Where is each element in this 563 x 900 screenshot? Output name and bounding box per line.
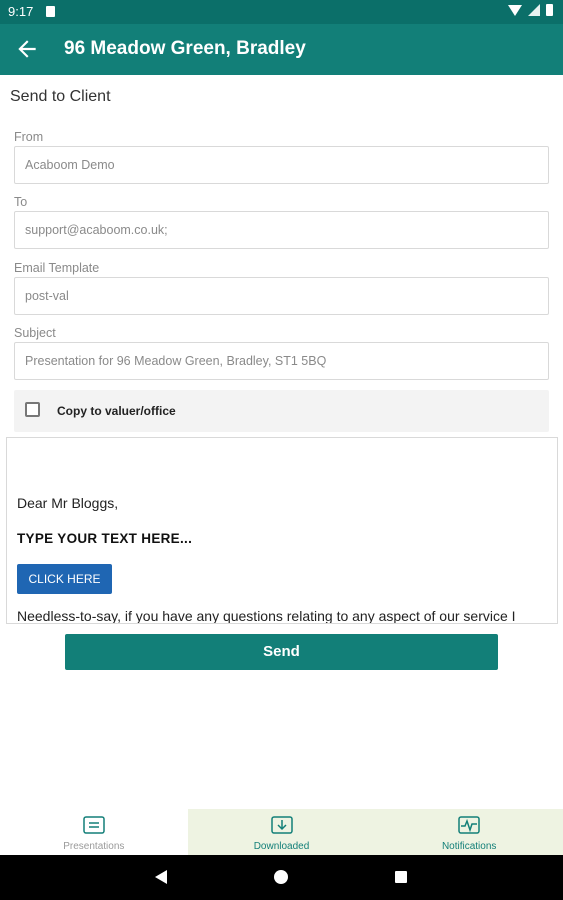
- signal-icon: [528, 4, 540, 16]
- email-paragraph: Needless-to-say, if you have any questio…: [17, 608, 516, 624]
- battery-icon: [546, 4, 553, 16]
- subject-field[interactable]: Presentation for 96 Meadow Green, Bradle…: [14, 342, 549, 380]
- copy-to-valuer-label: Copy to valuer/office: [57, 404, 176, 418]
- nav-item-presentations[interactable]: Presentations: [0, 809, 188, 855]
- status-time: 9:17: [8, 4, 34, 19]
- email-greeting: Dear Mr Bloggs,: [17, 495, 119, 511]
- nav-item-downloaded[interactable]: Downloaded: [187, 809, 376, 855]
- download-icon: [270, 816, 293, 834]
- subject-label: Subject: [14, 326, 56, 340]
- presentation-icon: [83, 816, 105, 834]
- click-here-button[interactable]: CLICK HERE: [17, 564, 112, 594]
- page-title: 96 Meadow Green, Bradley: [64, 38, 306, 59]
- nav-item-notifications[interactable]: Notifications: [375, 809, 563, 855]
- app-bar: 96 Meadow Green, Bradley: [0, 24, 563, 75]
- email-template-select[interactable]: post-val: [14, 277, 549, 315]
- nav-label-presentations: Presentations: [63, 841, 125, 852]
- send-button[interactable]: Send: [65, 634, 498, 670]
- from-field[interactable]: Acaboom Demo: [14, 146, 549, 184]
- nav-label-downloaded: Downloaded: [253, 841, 310, 852]
- email-body-editor[interactable]: Dear Mr Bloggs, TYPE YOUR TEXT HERE... C…: [6, 437, 558, 624]
- to-label: To: [14, 195, 28, 209]
- nav-label-notifications: Notifications: [441, 841, 497, 852]
- status-icons: [508, 4, 553, 16]
- sd-card-icon: [46, 6, 55, 17]
- system-nav-bar: [0, 855, 563, 900]
- status-bar: 9:17: [0, 0, 563, 24]
- bottom-nav: Presentations Downloaded Notifications: [0, 809, 563, 855]
- wifi-icon: [508, 4, 522, 16]
- system-home-icon[interactable]: [274, 870, 288, 884]
- system-recents-icon[interactable]: [395, 871, 407, 883]
- section-title: Send to Client: [10, 88, 111, 105]
- email-template-label: Email Template: [14, 261, 100, 275]
- copy-to-valuer-checkbox[interactable]: [25, 402, 40, 417]
- copy-to-valuer-row[interactable]: Copy to valuer/office: [14, 390, 549, 432]
- activity-icon: [458, 816, 480, 834]
- to-field[interactable]: support@acaboom.co.uk;: [14, 211, 549, 249]
- from-label: From: [14, 130, 44, 144]
- email-placeholder-text: TYPE YOUR TEXT HERE...: [17, 531, 193, 546]
- system-back-icon[interactable]: [155, 870, 167, 884]
- back-arrow-icon[interactable]: [14, 36, 40, 62]
